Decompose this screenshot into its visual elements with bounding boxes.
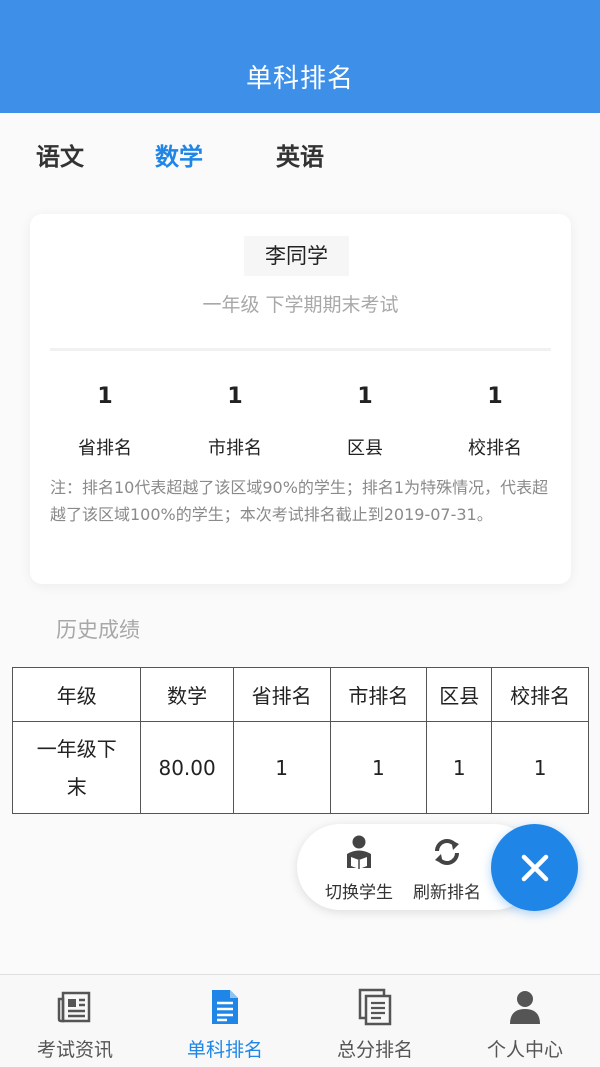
rank-district: 1 区县 (305, 384, 425, 460)
rank-card: 李同学 一年级 下学期期末考试 1 省排名 1 市排名 1 区县 1 校排名 注… (30, 214, 571, 584)
close-icon (521, 854, 548, 881)
rank-value: 1 (97, 384, 113, 409)
switch-student-button[interactable]: 切换学生 (314, 832, 404, 903)
table-cell: 1 (491, 721, 589, 814)
rank-province: 1 省排名 (45, 384, 165, 460)
col-grade: 年级 (11, 667, 142, 722)
table-cell: 一年级下末 (11, 721, 142, 814)
stack-document-icon (300, 987, 450, 1027)
rank-note: 注：排名10代表超越了该区域90%的学生；排名1为特殊情况，代表超越了该区域10… (50, 478, 549, 524)
exam-name: 一年级 下学期期末考试 (202, 294, 399, 316)
student-name: 李同学 (244, 236, 349, 276)
refresh-rank-button[interactable]: 刷新排名 (402, 832, 492, 903)
subject-tabs: 语文 数学 英语 (0, 113, 600, 191)
person-icon (450, 987, 600, 1027)
document-icon (150, 987, 300, 1027)
refresh-rank-label: 刷新排名 (413, 883, 481, 903)
tab-profile[interactable]: 个人中心 (450, 987, 600, 1062)
rank-school: 1 校排名 (435, 384, 555, 460)
tab-math[interactable]: 数学 (155, 137, 203, 172)
refresh-icon (402, 832, 492, 872)
close-fab-button[interactable] (491, 824, 578, 911)
col-math: 数学 (140, 667, 234, 722)
col-district: 区县 (426, 667, 493, 722)
table-header-row: 年级 数学 省排名 市排名 区县 校排名 (11, 667, 589, 722)
table-cell: 80.00 (140, 721, 234, 814)
news-icon (0, 987, 150, 1027)
tab-label: 考试资讯 (36, 1039, 113, 1061)
bottom-tabbar: 考试资讯 单科排名 总分排名 个人中心 (0, 974, 600, 1067)
tab-single-rank[interactable]: 单科排名 (150, 987, 300, 1062)
tab-exam-news[interactable]: 考试资讯 (0, 987, 150, 1062)
tab-label: 单科排名 (186, 1039, 263, 1061)
rank-value: 1 (487, 384, 503, 409)
rank-value: 1 (227, 384, 243, 409)
tab-english[interactable]: 英语 (276, 137, 324, 172)
switch-student-label: 切换学生 (325, 883, 393, 903)
grade-value: 一年级下末 (36, 736, 117, 799)
col-city-rank: 市排名 (329, 667, 428, 722)
history-table: 年级 数学 省排名 市排名 区县 校排名 一年级下末 80.00 1 1 1 1 (11, 667, 589, 814)
app-header: 单科排名 (0, 0, 600, 113)
col-province-rank: 省排名 (232, 667, 331, 722)
table-row: 一年级下末 80.00 1 1 1 1 (11, 721, 589, 814)
col-school-rank: 校排名 (491, 667, 589, 722)
divider (50, 348, 551, 351)
page-title: 单科排名 (245, 64, 354, 94)
table-cell: 1 (232, 721, 331, 814)
rank-label: 校排名 (468, 438, 522, 459)
rank-label: 区县 (347, 438, 383, 459)
history-title: 历史成绩 (56, 618, 140, 642)
tab-chinese[interactable]: 语文 (36, 137, 84, 172)
tab-label: 个人中心 (486, 1039, 563, 1061)
rank-city: 1 市排名 (175, 384, 295, 460)
student-reading-icon (314, 832, 404, 872)
tab-label: 总分排名 (336, 1039, 413, 1061)
table-cell: 1 (426, 721, 493, 814)
rank-label: 省排名 (78, 438, 132, 459)
rank-value: 1 (357, 384, 373, 409)
table-cell: 1 (329, 721, 428, 814)
tab-total-rank[interactable]: 总分排名 (300, 987, 450, 1062)
rank-label: 市排名 (208, 438, 262, 459)
